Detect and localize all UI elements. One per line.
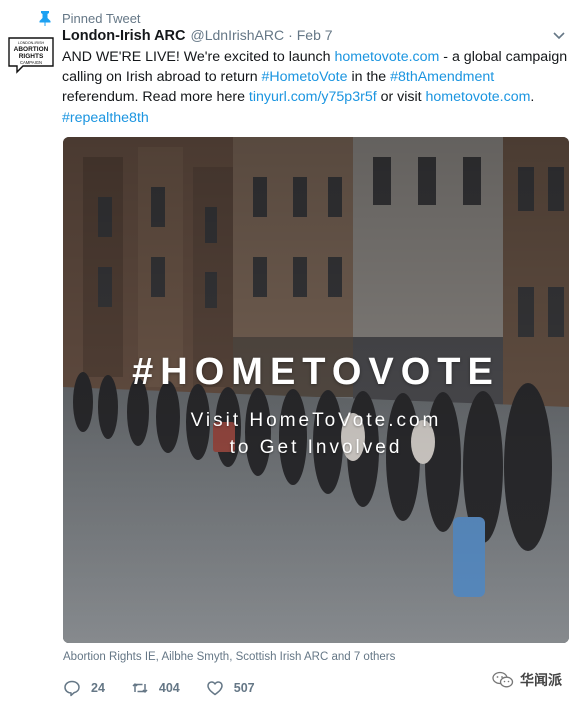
avatar-line-4: CAMPAIGN	[20, 60, 42, 65]
retweet-button[interactable]: 404	[131, 679, 180, 697]
tweet-date[interactable]: Feb 7	[297, 27, 333, 43]
media-subtitle-line-2: to Get Involved	[229, 437, 403, 458]
account-name[interactable]: London-Irish ARC	[62, 28, 186, 44]
tweet-actions: 24 404 507	[63, 678, 281, 698]
tweet-text-segment: referendum. Read more here	[62, 89, 249, 106]
pin-icon	[38, 10, 52, 26]
avatar-line-2: ABORTION	[14, 46, 49, 53]
tweet-text-segment: .	[530, 89, 535, 106]
avatar[interactable]: LONDON-IRISH ABORTION RIGHTS CAMPAIGN	[6, 36, 56, 76]
liked-by-summary[interactable]: Abortion Rights IE, Ailbhe Smyth, Scotti…	[63, 651, 395, 663]
hashtag-repealthe8th[interactable]: #repealthe8th	[62, 110, 149, 126]
tweet-line-4: #repealthe8th	[62, 108, 562, 128]
tweet-text: AND WE'RE LIVE! We're excited to launch …	[62, 47, 567, 128]
retweet-icon	[132, 683, 148, 693]
watermark: 华闻派	[492, 670, 562, 690]
media-subtitle-line-1: Visit HomeToVote.com	[190, 410, 442, 431]
tweet-line-3: referendum. Read more here tinyurl.com/y…	[62, 87, 562, 107]
like-count: 507	[233, 681, 255, 695]
avatar-line-3: RIGHTS	[19, 53, 44, 60]
tweet-text-segment: in the	[347, 69, 391, 86]
account-handle[interactable]: @LdnIrishARC	[191, 27, 285, 43]
reply-icon	[64, 680, 80, 697]
tweet-header: London-Irish ARC @LdnIrishARC · Feb 7	[62, 27, 333, 47]
wechat-icon	[492, 671, 514, 688]
tweet-media-image[interactable]: #HOMETOVOTE Visit HomeToVote.com to Get …	[63, 137, 569, 643]
pinned-label: Pinned Tweet	[62, 10, 141, 26]
watermark-text: 华闻派	[520, 672, 562, 688]
reply-button[interactable]: 24	[63, 679, 105, 697]
pinned-indicator: Pinned Tweet	[38, 9, 141, 27]
tweet-text-segment: calling on Irish abroad to return	[62, 69, 262, 86]
link-hometovote[interactable]: hometovote.com	[334, 49, 439, 65]
link-hometovote-2[interactable]: hometovote.com	[426, 89, 531, 105]
heart-icon	[207, 681, 223, 696]
tweet-text-segment: - a global campaign	[439, 49, 568, 65]
hashtag-hometovote[interactable]: #HometoVote	[262, 69, 348, 85]
header-separator: ·	[288, 27, 293, 43]
reply-count: 24	[91, 681, 105, 695]
tweet-line-1: AND WE'RE LIVE! We're excited to launch …	[62, 47, 567, 67]
chevron-down-icon[interactable]	[552, 30, 566, 42]
like-button[interactable]: 507	[206, 679, 255, 697]
avatar-line-1: LONDON-IRISH	[18, 41, 45, 45]
link-tinyurl[interactable]: tinyurl.com/y75p3r5f	[249, 89, 377, 105]
tweet-line-2: calling on Irish abroad to return #Homet…	[62, 67, 562, 87]
media-headline: #HOMETOVOTE	[132, 351, 500, 393]
retweet-count: 404	[158, 681, 180, 695]
hashtag-8thamendment[interactable]: #8thAmendment	[390, 69, 494, 85]
tweet-text-segment: or visit	[376, 89, 426, 106]
tweet-text-segment: AND WE'RE LIVE! We're excited to launch	[62, 49, 335, 65]
